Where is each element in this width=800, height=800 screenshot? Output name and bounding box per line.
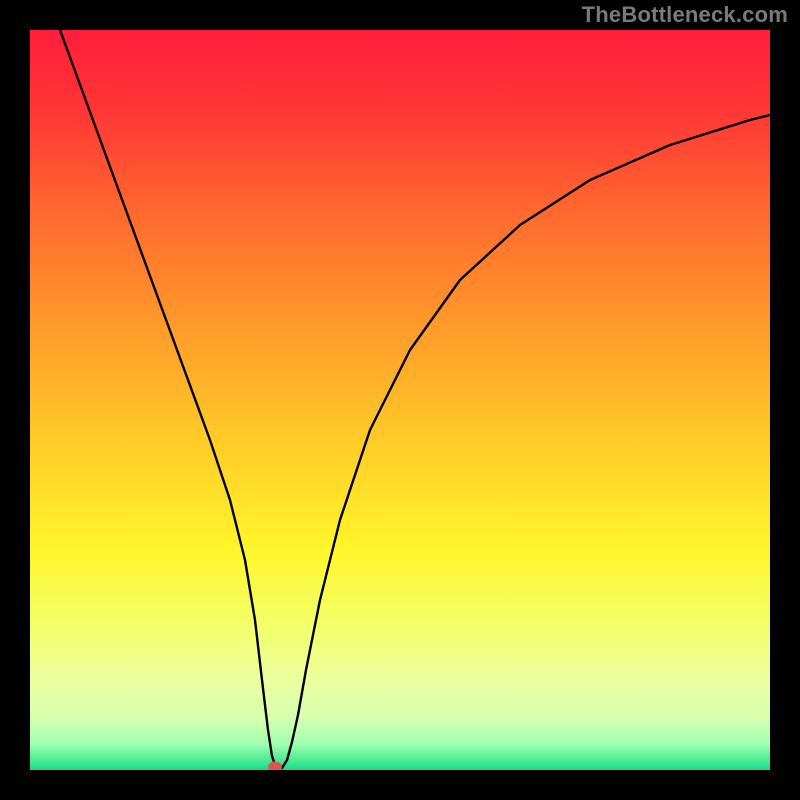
chart-frame: TheBottleneck.com	[0, 0, 800, 800]
watermark-text: TheBottleneck.com	[582, 2, 788, 28]
bottleneck-curve	[60, 30, 770, 768]
optimum-marker	[268, 762, 282, 771]
chart-plot	[30, 30, 770, 770]
